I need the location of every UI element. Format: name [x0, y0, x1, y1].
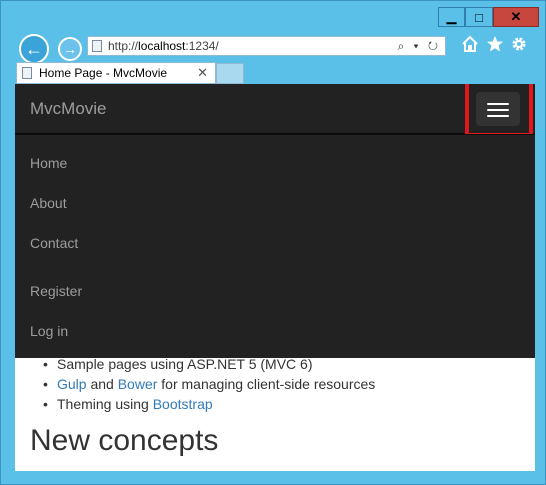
menu-item-contact[interactable]: Contact: [30, 235, 78, 251]
bower-link[interactable]: Bower: [118, 376, 158, 392]
page-viewport: Sample pages using ASP.NET 5 (MVC 6) Gul…: [15, 84, 535, 471]
list-item: Theming using Bootstrap: [43, 396, 213, 412]
browser-window: ▁ □ ✕ ← → http://localhost:1234/ ⌕ ▾ ↻ H…: [0, 0, 546, 485]
address-url: http://localhost:1234/: [108, 39, 219, 53]
page-icon: [92, 40, 102, 52]
collapsed-menu: Home About Contact Register Log in: [15, 134, 535, 358]
tab-close-icon[interactable]: ✕: [197, 63, 208, 83]
section-heading: New concepts: [30, 424, 219, 457]
forward-arrow-icon: →: [63, 41, 77, 57]
new-tab-button[interactable]: [216, 63, 244, 84]
menu-item-home[interactable]: Home: [30, 155, 67, 171]
menu-item-login[interactable]: Log in: [30, 323, 68, 339]
menu-item-about[interactable]: About: [30, 195, 67, 211]
brand-link[interactable]: MvcMovie: [30, 99, 107, 119]
site-navbar: MvcMovie: [15, 84, 535, 137]
list-item: Sample pages using ASP.NET 5 (MVC 6): [43, 356, 312, 372]
address-bar[interactable]: http://localhost:1234/ ⌕ ▾ ↻: [87, 36, 446, 56]
highlight-box: [465, 84, 533, 137]
bootstrap-link[interactable]: Bootstrap: [153, 396, 213, 412]
close-window-button[interactable]: ✕: [493, 7, 539, 27]
favorites-icon[interactable]: [486, 35, 504, 53]
browser-tab[interactable]: Home Page - MvcMovie ✕: [16, 62, 216, 84]
back-arrow-icon: ←: [25, 38, 43, 59]
menu-item-register[interactable]: Register: [30, 283, 82, 299]
back-button[interactable]: ←: [19, 34, 49, 64]
tab-title: Home Page - MvcMovie: [39, 66, 168, 80]
address-tools[interactable]: ⌕ ▾ ↻: [397, 37, 441, 55]
gulp-link[interactable]: Gulp: [57, 376, 87, 392]
settings-icon[interactable]: [510, 35, 528, 53]
minimize-button[interactable]: ▁: [438, 7, 465, 27]
tab-page-icon: [22, 67, 32, 79]
list-item: Gulp and Bower for managing client-side …: [43, 376, 375, 392]
maximize-button[interactable]: □: [465, 7, 493, 27]
home-icon[interactable]: [461, 35, 479, 53]
forward-button[interactable]: →: [58, 37, 82, 61]
